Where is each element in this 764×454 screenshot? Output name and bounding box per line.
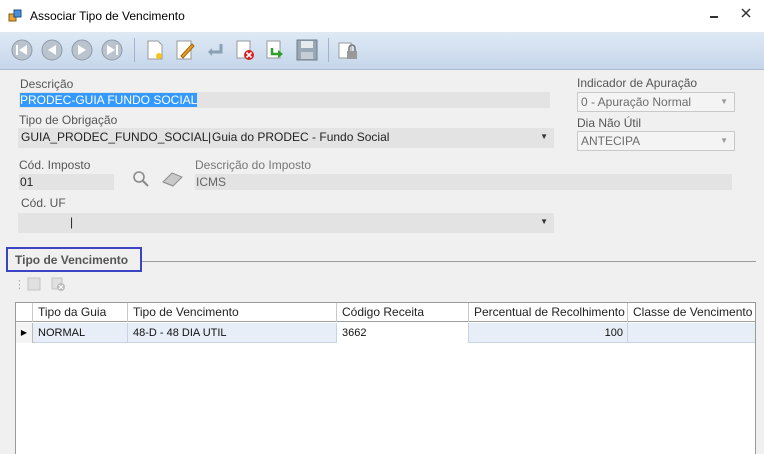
new-row-icon [27,277,41,291]
add-row-button[interactable] [26,276,42,292]
indicador-apuracao-value: 0 - Apuração Normal [581,95,692,109]
last-icon [101,39,123,61]
group-divider [142,261,756,262]
tipo-vencimento-grid[interactable]: Tipo da Guia Tipo de Vencimento Código R… [15,302,756,454]
descricao-label: Descrição [20,77,74,91]
minimize-icon[interactable] [705,8,723,24]
next-icon [71,39,93,61]
toolbar-separator [328,38,329,62]
delete-row-icon [51,277,65,291]
column-header-codigo-receita[interactable]: Código Receita [337,303,469,322]
save-button[interactable] [293,35,321,65]
last-record-button[interactable] [98,35,126,65]
tipo-vencimento-group: Tipo de Vencimento [6,247,142,272]
descricao-field[interactable]: PRODEC-GUIA FUNDO SOCIAL [19,92,550,108]
cell-tipo-guia[interactable]: NORMAL [33,323,128,343]
cell-codigo-receita[interactable]: 3662 [337,323,469,343]
app-icon [8,9,22,22]
save-disk-icon [296,39,318,61]
cell-percentual[interactable]: 100 [469,323,628,343]
cell-tipo-vencimento[interactable]: 48-D - 48 DIA UTIL [128,323,337,343]
new-button[interactable] [141,35,169,65]
toolbar [0,32,764,70]
table-row[interactable]: ▶ NORMAL 48-D - 48 DIA UTIL 3662 100 [16,323,755,343]
edit-button[interactable] [171,35,199,65]
toolbar-separator [134,38,135,62]
lock-button[interactable] [334,35,362,65]
chevron-down-icon: ▼ [720,136,728,145]
descricao-imposto-label: Descrição do Imposto [195,158,312,172]
column-header-tipo-vencimento[interactable]: Tipo de Vencimento [128,303,337,322]
delete-row-button[interactable] [50,276,66,292]
cell-classe[interactable] [628,323,755,343]
tipo-obrigacao-select[interactable]: GUIA_PRODEC_FUNDO_SOCIAL | Guia do PRODE… [18,128,554,148]
indicador-apuracao-select[interactable]: 0 - Apuração Normal ▼ [577,92,735,112]
eraser-icon[interactable] [160,170,186,188]
close-icon[interactable] [737,6,755,24]
title-bar: Associar Tipo de Vencimento [0,0,764,32]
row-header-corner [16,303,33,322]
first-record-button[interactable] [8,35,36,65]
chevron-down-icon: ▼ [540,217,548,226]
column-header-percentual[interactable]: Percentual de Recolhimento [469,303,628,322]
dia-nao-util-select[interactable]: ANTECIPA ▼ [577,131,735,151]
first-icon [11,39,33,61]
undo-button[interactable] [201,35,229,65]
grid-header: Tipo da Guia Tipo de Vencimento Código R… [16,303,755,322]
cod-uf-label: Cód. UF [21,196,66,210]
pencil-icon [176,40,195,60]
dia-nao-util-value: ANTECIPA [581,134,641,148]
column-header-tipo-guia[interactable]: Tipo da Guia [33,303,128,322]
grid-toolbar: ⋮ [14,276,74,294]
descricao-value: PRODEC-GUIA FUNDO SOCIAL [20,93,198,107]
group-title: Tipo de Vencimento [15,253,129,267]
window-title: Associar Tipo de Vencimento [30,9,185,23]
tipo-obrigacao-code: GUIA_PRODEC_FUNDO_SOCIAL [21,130,209,144]
next-record-button[interactable] [68,35,96,65]
new-document-icon [147,40,163,60]
chevron-down-icon: ▼ [720,97,728,106]
tipo-obrigacao-description: Guia do PRODEC - Fundo Social [212,130,390,144]
delete-button[interactable] [231,35,259,65]
cod-imposto-field[interactable]: 01 [19,174,114,190]
cod-imposto-label: Cód. Imposto [19,158,91,172]
column-header-classe[interactable]: Classe de Vencimento [628,303,755,322]
lock-icon [338,42,357,59]
delete-icon [236,40,254,60]
search-icon[interactable] [132,170,150,188]
tipo-obrigacao-separator: | [208,130,212,144]
indicador-apuracao-label: Indicador de Apuração [577,76,698,90]
descricao-imposto-field: ICMS [195,174,732,190]
confirm-button[interactable] [261,35,289,65]
previous-record-button[interactable] [38,35,66,65]
chevron-down-icon: ▼ [540,132,548,141]
dia-nao-util-label: Dia Não Útil [577,116,642,130]
row-pointer-icon: ▶ [16,323,33,343]
tipo-obrigacao-label: Tipo de Obrigação [19,113,118,127]
grip-icon: ⋮ [14,279,25,291]
cod-uf-select[interactable]: | ▼ [18,213,554,233]
undo-icon [208,44,223,56]
previous-icon [41,39,63,61]
cod-uf-separator: | [70,215,74,229]
confirm-arrow-icon [266,40,283,59]
